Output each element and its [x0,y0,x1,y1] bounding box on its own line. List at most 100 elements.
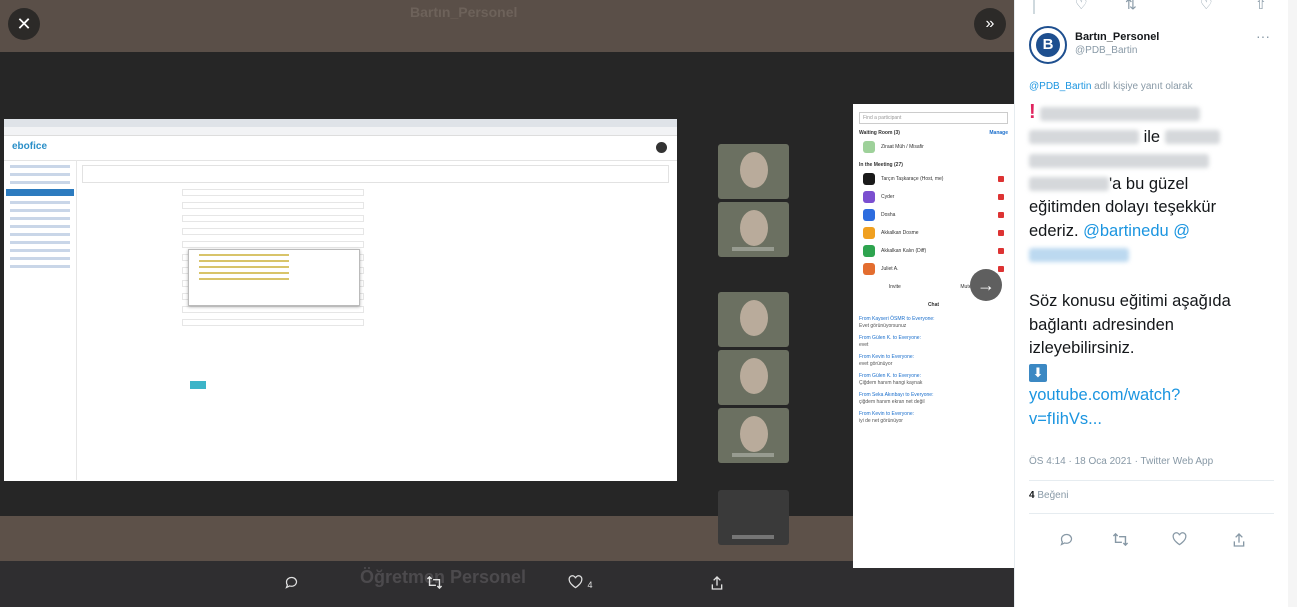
like-button[interactable]: 4 [568,575,592,594]
reply-icon [1060,533,1073,546]
like-count: 4 [587,579,593,590]
video-tile [718,292,789,347]
viewer-action-icons: 4 [0,561,1014,607]
participant-name: Tarçın Taşkaraçe (Host, me) [881,176,944,182]
tweet-timestamp[interactable]: ÖS 4:14 · 18 Oca 2021 · Twitter Web App [1029,456,1213,467]
participant-avatar [863,227,875,239]
participant-avatar [863,263,875,275]
chat-message: From Gülen K. to Everyone: evet [859,335,921,348]
app-sidebar [4,160,77,480]
close-viewer-button[interactable]: ✕ [8,8,40,40]
scrollbar[interactable] [1288,0,1297,607]
like-button[interactable] [1172,532,1187,550]
blurred-text [1040,106,1201,121]
user-icon [656,142,667,153]
mic-muted-icon [998,266,1004,272]
app-header: ebofice [4,136,677,161]
share-icon[interactable] [710,575,724,596]
browser-addressbar [4,127,677,136]
zoom-waiting-entry: Ziraat Müh / Misafir [859,138,1008,156]
chat-message: From Kevin to Everyone: iyi de net görünü… [859,411,915,424]
logo-icon: B [1036,33,1060,57]
chat-message: From Kayseri ÖSMR to Everyone: Evet görün… [859,316,935,329]
mic-muted-icon [998,194,1004,200]
app-logo: ebofice [12,141,48,152]
app-form [82,165,669,332]
blurred-text [1029,130,1139,145]
thread-connector [1033,0,1035,14]
retweet-button[interactable] [1112,532,1129,551]
exclamation-icon: ! [1029,101,1036,123]
divider [1029,513,1274,514]
video-tile [718,350,789,405]
collapse-sidebar-button[interactable]: » [974,8,1006,40]
down-arrow-icon: ⬇ [1029,363,1047,382]
zoom-participant-row: Dosha [859,206,1008,224]
mic-muted-icon [998,248,1004,254]
retweet-icon[interactable] [426,575,443,595]
participant-name: Akkalkan Kalın (Diff) [881,248,927,254]
mic-muted-icon [998,230,1004,236]
participant-avatar [863,173,875,185]
zoom-search-field: Find a participant [859,112,1008,124]
tweet-photo: ebofice Find a participant Waiting Room … [0,52,1014,568]
share-icon[interactable]: ⇧ [1255,0,1267,13]
author-handle[interactable]: @PDB_Bartin [1075,45,1137,56]
chat-message: From Gülen K. to Everyone: Çiğdem hanım h… [859,373,923,386]
reply-button[interactable] [1059,532,1074,551]
participant-name: Cyder [881,194,895,200]
zoom-chat-title: Chat [927,302,940,308]
video-tile [718,202,789,257]
share-button[interactable] [1232,532,1246,552]
zoom-participants-panel: Find a participant Waiting Room (3) Mana… [853,104,1014,568]
participant-name: Dosha [881,212,896,218]
author-name[interactable]: Bartın_Personel [1075,31,1159,43]
zoom-waiting-room: Waiting Room (3) Manage [859,130,1008,136]
zoom-participant-row: Akkalkan Dosme [859,224,1008,242]
media-viewer: Bartın_Personel Öğretmen Personel ebofic… [0,0,1014,607]
reply-to-link[interactable]: @PDB_Bartin [1029,81,1091,92]
blurred-text [1029,153,1209,168]
heart-icon [1172,532,1187,546]
participant-avatar [863,245,875,257]
zoom-participant-list: Tarçın Taşkaraçe (Host, me) Cyder Dosha Akk… [853,170,1014,278]
more-options-icon[interactable]: ··· [1256,28,1270,44]
heart-icon [568,575,583,589]
retweet-icon [1112,532,1129,547]
reply-context: @PDB_Bartin adlı kişiye yanıt olarak [1029,81,1193,92]
participant-avatar [863,191,875,203]
participant-name: Akkalkan Dosme [881,230,919,236]
video-tile [718,144,789,199]
reply-icon[interactable] [284,575,299,595]
zoom-in-meeting: In the Meeting (27) [859,162,903,168]
reply-icon[interactable]: ♡ [1075,0,1088,13]
next-image-button[interactable]: → [970,269,1002,301]
blurred-text [1164,130,1220,145]
zoom-participant-row: Akkalkan Kalın (Diff) [859,242,1008,260]
likes-count[interactable]: 4 Beğeni [1029,490,1068,501]
background-header: Bartın_Personel [0,0,1014,52]
retweet-icon[interactable]: ⇅ [1125,0,1137,13]
video-gallery [718,144,790,564]
mic-muted-icon [998,176,1004,182]
youtube-link[interactable]: youtube.com/watch?v=fIihVs... [1029,386,1180,428]
participant-avatar [863,209,875,221]
ghost-header-text: Bartın_Personel [410,4,518,20]
video-tile [718,490,789,545]
previous-tweet-actions: ♡ ⇅ ♡ ⇧ [1015,0,1297,16]
app-submit-button [190,381,206,389]
avatar[interactable]: B [1029,26,1067,64]
divider [1029,480,1274,481]
tweet-text: ! ile 'a bu güzel eğitimden dolayı teşek… [1029,101,1231,428]
share-icon [1233,533,1245,547]
app-popup [188,249,360,306]
blurred-text [1029,177,1109,192]
zoom-participant-row: Cyder [859,188,1008,206]
chat-message: From Seka Akınbayı to Everyone: çiğdem ha… [859,392,934,405]
heart-icon[interactable]: ♡ [1200,0,1213,13]
mention-link[interactable]: @bartinedu [1083,222,1169,240]
video-tile [718,408,789,463]
chat-message: From Kevin to Everyone: evet görünüyor [859,354,915,367]
participant-name: Juliet A. [881,266,899,272]
screenshot-browser-window: ebofice [4,119,677,481]
